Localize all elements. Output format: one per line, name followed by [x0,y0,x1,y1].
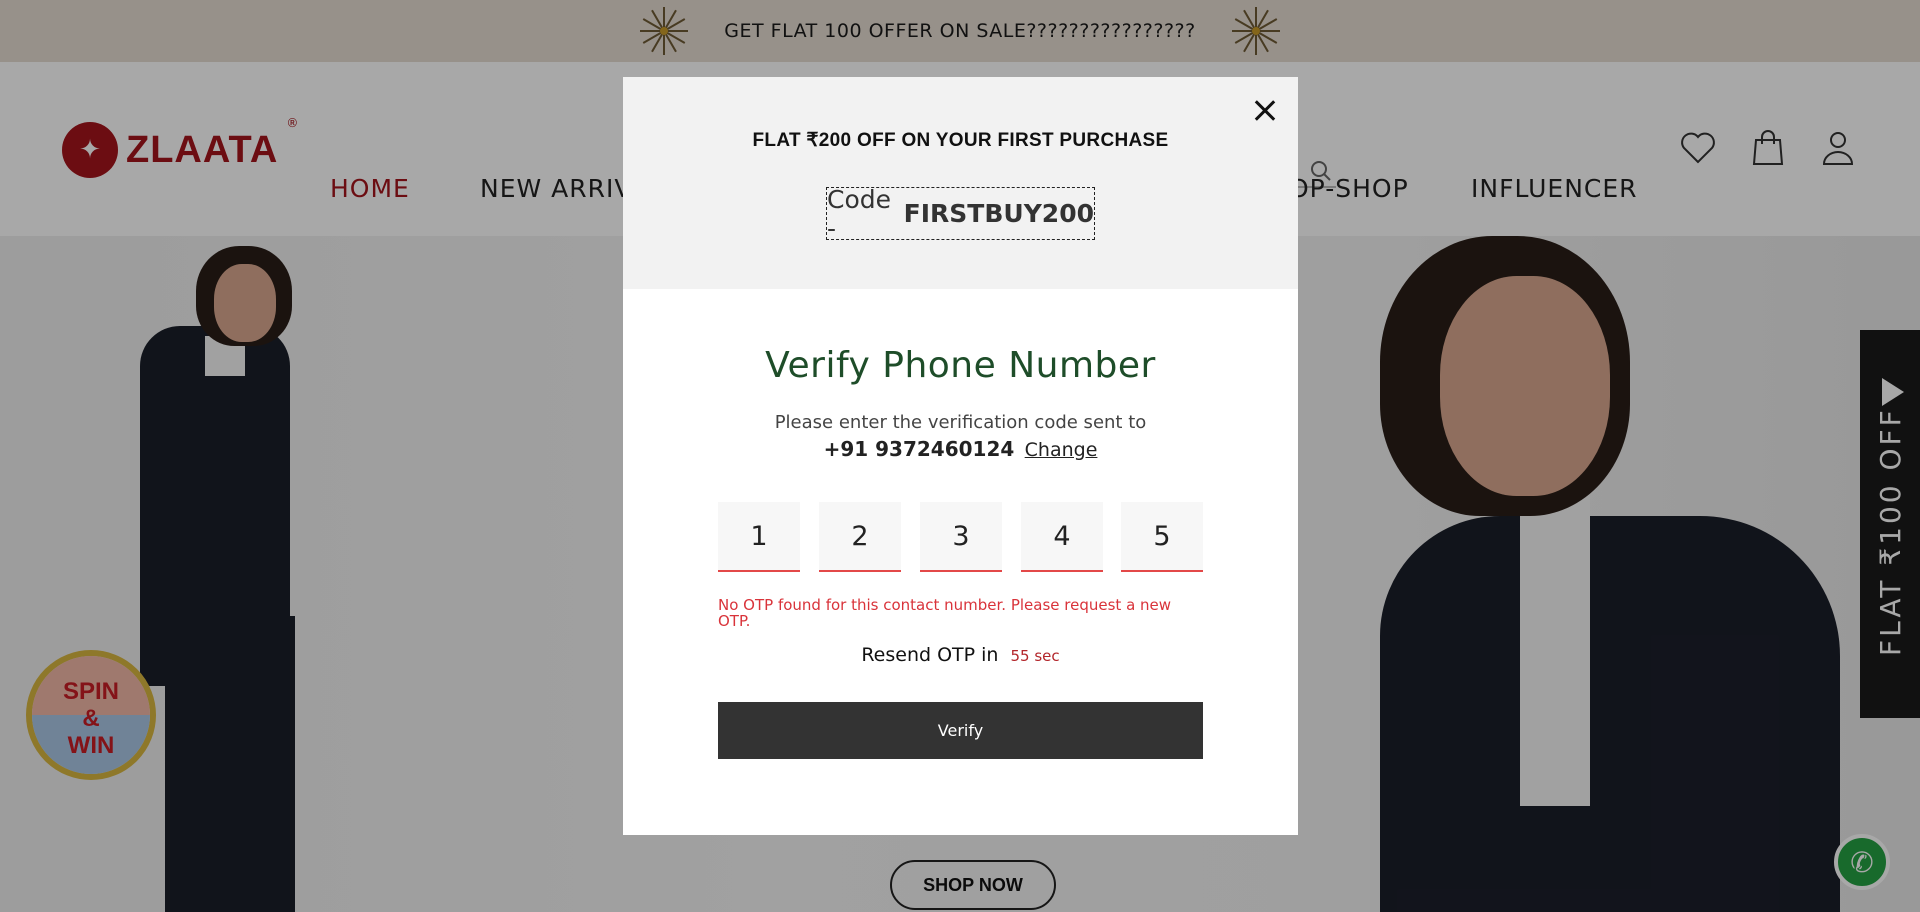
otp-error-message: No OTP found for this contact number. Pl… [718,596,1172,630]
phone-line: +91 9372460124 Change [623,437,1298,461]
coupon-code-label: Code - [827,184,892,243]
otp-digit-input[interactable] [1121,502,1203,572]
coupon-code-value: FIRSTBUY200 [903,199,1094,228]
coupon-code-box[interactable]: Code - FIRSTBUY200 [826,184,1095,243]
modal-title: Verify Phone Number [765,345,1156,386]
otp-verification-modal: FLAT ₹200 OFF ON YOUR FIRST PURCHASE Cod… [623,77,1298,835]
modal-subtitle: Please enter the verification code sent … [774,412,1147,433]
close-icon[interactable] [1249,95,1281,127]
phone-number: +91 9372460124 [823,437,1015,461]
otp-digit-input[interactable] [819,502,901,572]
verify-button[interactable]: Verify [718,702,1203,759]
change-number-link[interactable]: Change [1025,439,1098,461]
resend-timer: 55 sec [1010,647,1060,665]
resend-otp-label: Resend OTP in [861,644,999,666]
otp-digit-input[interactable] [718,502,800,572]
offer-header: FLAT ₹200 OFF ON YOUR FIRST PURCHASE Cod… [623,77,1298,289]
resend-otp-line: Resend OTP in 55 sec [623,644,1298,666]
offer-title: FLAT ₹200 OFF ON YOUR FIRST PURCHASE [752,130,1169,151]
otp-digit-input[interactable] [920,502,1002,572]
otp-digit-input[interactable] [1021,502,1103,572]
